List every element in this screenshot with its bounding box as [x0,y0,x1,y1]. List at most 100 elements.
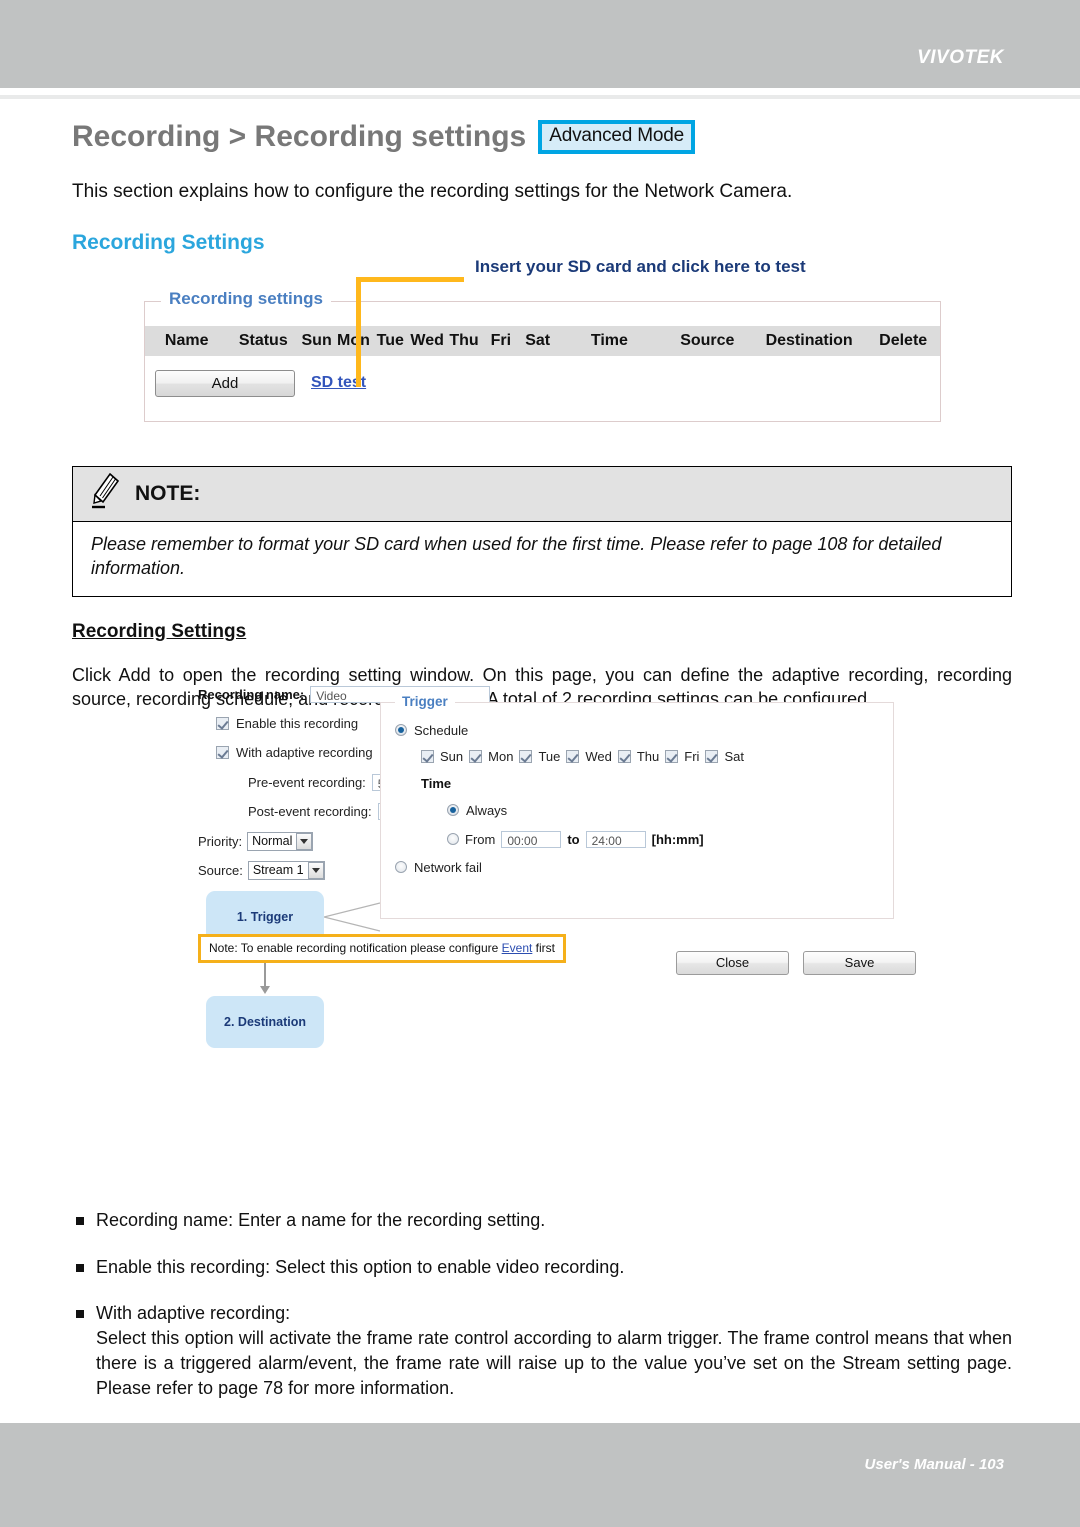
day-label-tue: Tue [538,748,561,764]
network-fail-radio[interactable] [395,861,407,874]
column-header-sat: Sat [525,331,551,349]
always-radio[interactable] [447,804,459,817]
section-heading-recording-settings: Recording Settings [72,230,265,254]
note-title: NOTE: [135,481,201,505]
from-time-input[interactable]: 00:00 [501,830,562,848]
bullet-list: Recording name: Enter a name for the rec… [72,1208,1012,1401]
add-button[interactable]: Add [155,369,295,397]
recording-settings-table-header: Name Status Sun Mon Tue Wed Thu Fri Sat … [145,325,940,356]
column-header-thu: Thu [449,331,479,349]
recording-name-label: Recording name: [198,686,305,702]
close-button[interactable]: Close [676,950,789,975]
source-select-value: Stream 1 [252,863,304,878]
day-checkbox-mon[interactable] [469,749,483,763]
brand-logo: VIVOTEK [917,47,1004,68]
priority-label: Priority: [198,833,243,849]
to-time-input[interactable]: 24:00 [585,830,646,848]
column-header-mon: Mon [337,331,370,349]
enable-recording-checkbox[interactable] [216,716,229,730]
page-title: Recording > Recording settings Advanced … [72,120,1012,154]
column-header-status: Status [238,331,288,349]
day-checkbox-sun[interactable] [421,749,434,763]
to-label: to [567,831,580,847]
column-header-sun: Sun [301,331,332,349]
priority-select-value: Normal [252,834,293,849]
hhmm-hint: [hh:mm] [651,831,704,847]
adaptive-recording-checkbox[interactable] [216,745,229,759]
advanced-mode-badge: Advanced Mode [538,120,695,154]
trigger-panel: Trigger Schedule Sun Mon Tue Wed Thu Fri [380,693,894,919]
trigger-panel-legend: Trigger [395,693,455,709]
column-header-delete: Delete [879,331,928,349]
footer-page-label: User's Manual - 103 [864,1456,1004,1473]
pencil-icon [91,472,121,515]
recording-setting-dialog: Recording name: Video Enable this record… [198,685,998,1186]
day-checkbox-fri[interactable] [665,749,679,763]
day-checkbox-wed[interactable] [566,749,580,763]
note-box: NOTE: Please remember to format your SD … [72,465,1012,598]
intro-paragraph: This section explains how to configure t… [72,180,793,202]
day-checkbox-thu[interactable] [617,749,631,763]
page-footer-bar: User's Manual - 103 [0,1423,1080,1527]
sd-callout-text: Insert your SD card and click here to te… [475,256,806,276]
chevron-down-icon[interactable] [307,861,324,879]
note-body: Please remember to format your SD card w… [91,533,942,578]
list-item: With adaptive recording: Select this opt… [72,1301,1012,1400]
day-label-fri: Fri [684,748,700,764]
enable-recording-label: Enable this recording [236,715,359,731]
list-item-detail: Select this option will activate the fra… [96,1328,1012,1398]
priority-row: Priority: Normal [198,831,314,851]
day-checkbox-row: Sun Mon Tue Wed Thu Fri Sat [421,749,744,764]
always-radio-row[interactable]: Always [447,803,507,818]
page-header-bar: VIVOTEK [0,0,1080,88]
column-header-wed: Wed [410,331,444,349]
sd-callout-line-horizontal [356,276,464,282]
note-box-header: NOTE: [73,466,1011,522]
page-content: Recording > Recording settings Advanced … [72,120,1012,1401]
day-label-wed: Wed [585,748,612,764]
event-link[interactable]: Event [502,941,533,955]
day-checkbox-tue[interactable] [519,749,533,763]
enable-recording-row[interactable]: Enable this recording [216,716,358,731]
recording-settings-actions: Add SD test [155,369,940,397]
source-select[interactable]: Stream 1 [247,860,325,880]
schedule-label: Schedule [414,722,469,738]
day-label-sat: Sat [724,748,744,764]
save-button[interactable]: Save [803,950,916,975]
adaptive-recording-row[interactable]: With adaptive recording [216,745,373,760]
schedule-radio-row[interactable]: Schedule [395,723,468,738]
column-header-source: Source [680,331,735,349]
column-header-name: Name [164,331,209,349]
post-event-label: Post-event recording: [248,803,372,819]
column-header-time: Time [590,331,628,349]
network-fail-label: Network fail [414,859,482,875]
from-to-row: From 00:00 to 24:00 [hh:mm] [447,830,704,848]
event-note-suffix: first [532,940,555,955]
from-radio[interactable] [447,833,459,846]
recording-settings-panel: Recording settings Name Status Sun Mon T… [144,288,941,422]
adaptive-recording-label: With adaptive recording [236,744,373,760]
pre-event-label: Pre-event recording: [248,774,366,790]
day-label-mon: Mon [488,748,514,764]
page-title-text: Recording > Recording settings [72,120,527,154]
chevron-down-icon[interactable] [296,832,313,850]
sd-callout: Insert your SD card and click here to te… [72,255,1012,387]
network-fail-radio-row[interactable]: Network fail [395,860,482,875]
list-item: Recording name: Enter a name for the rec… [72,1208,1012,1233]
day-checkbox-sat[interactable] [705,749,719,763]
priority-select[interactable]: Normal [247,831,314,851]
day-label-sun: Sun [440,748,464,764]
dialog-button-bar: Close Save [676,950,916,975]
column-header-fri: Fri [490,331,512,349]
flow-step-destination[interactable]: 2. Destination [206,995,324,1048]
event-note-prefix: Note: To enable recording notification p… [209,940,502,955]
list-item-title: With adaptive recording: [96,1303,291,1324]
source-row: Source: Stream 1 [198,860,325,880]
recording-settings-panel-legend: Recording settings [161,288,331,309]
column-header-tue: Tue [376,331,404,349]
header-divider [0,95,1080,99]
sd-callout-line-vertical [356,276,361,387]
list-item: Enable this recording: Select this optio… [72,1255,1012,1280]
day-label-thu: Thu [636,748,660,764]
schedule-radio[interactable] [395,724,407,737]
